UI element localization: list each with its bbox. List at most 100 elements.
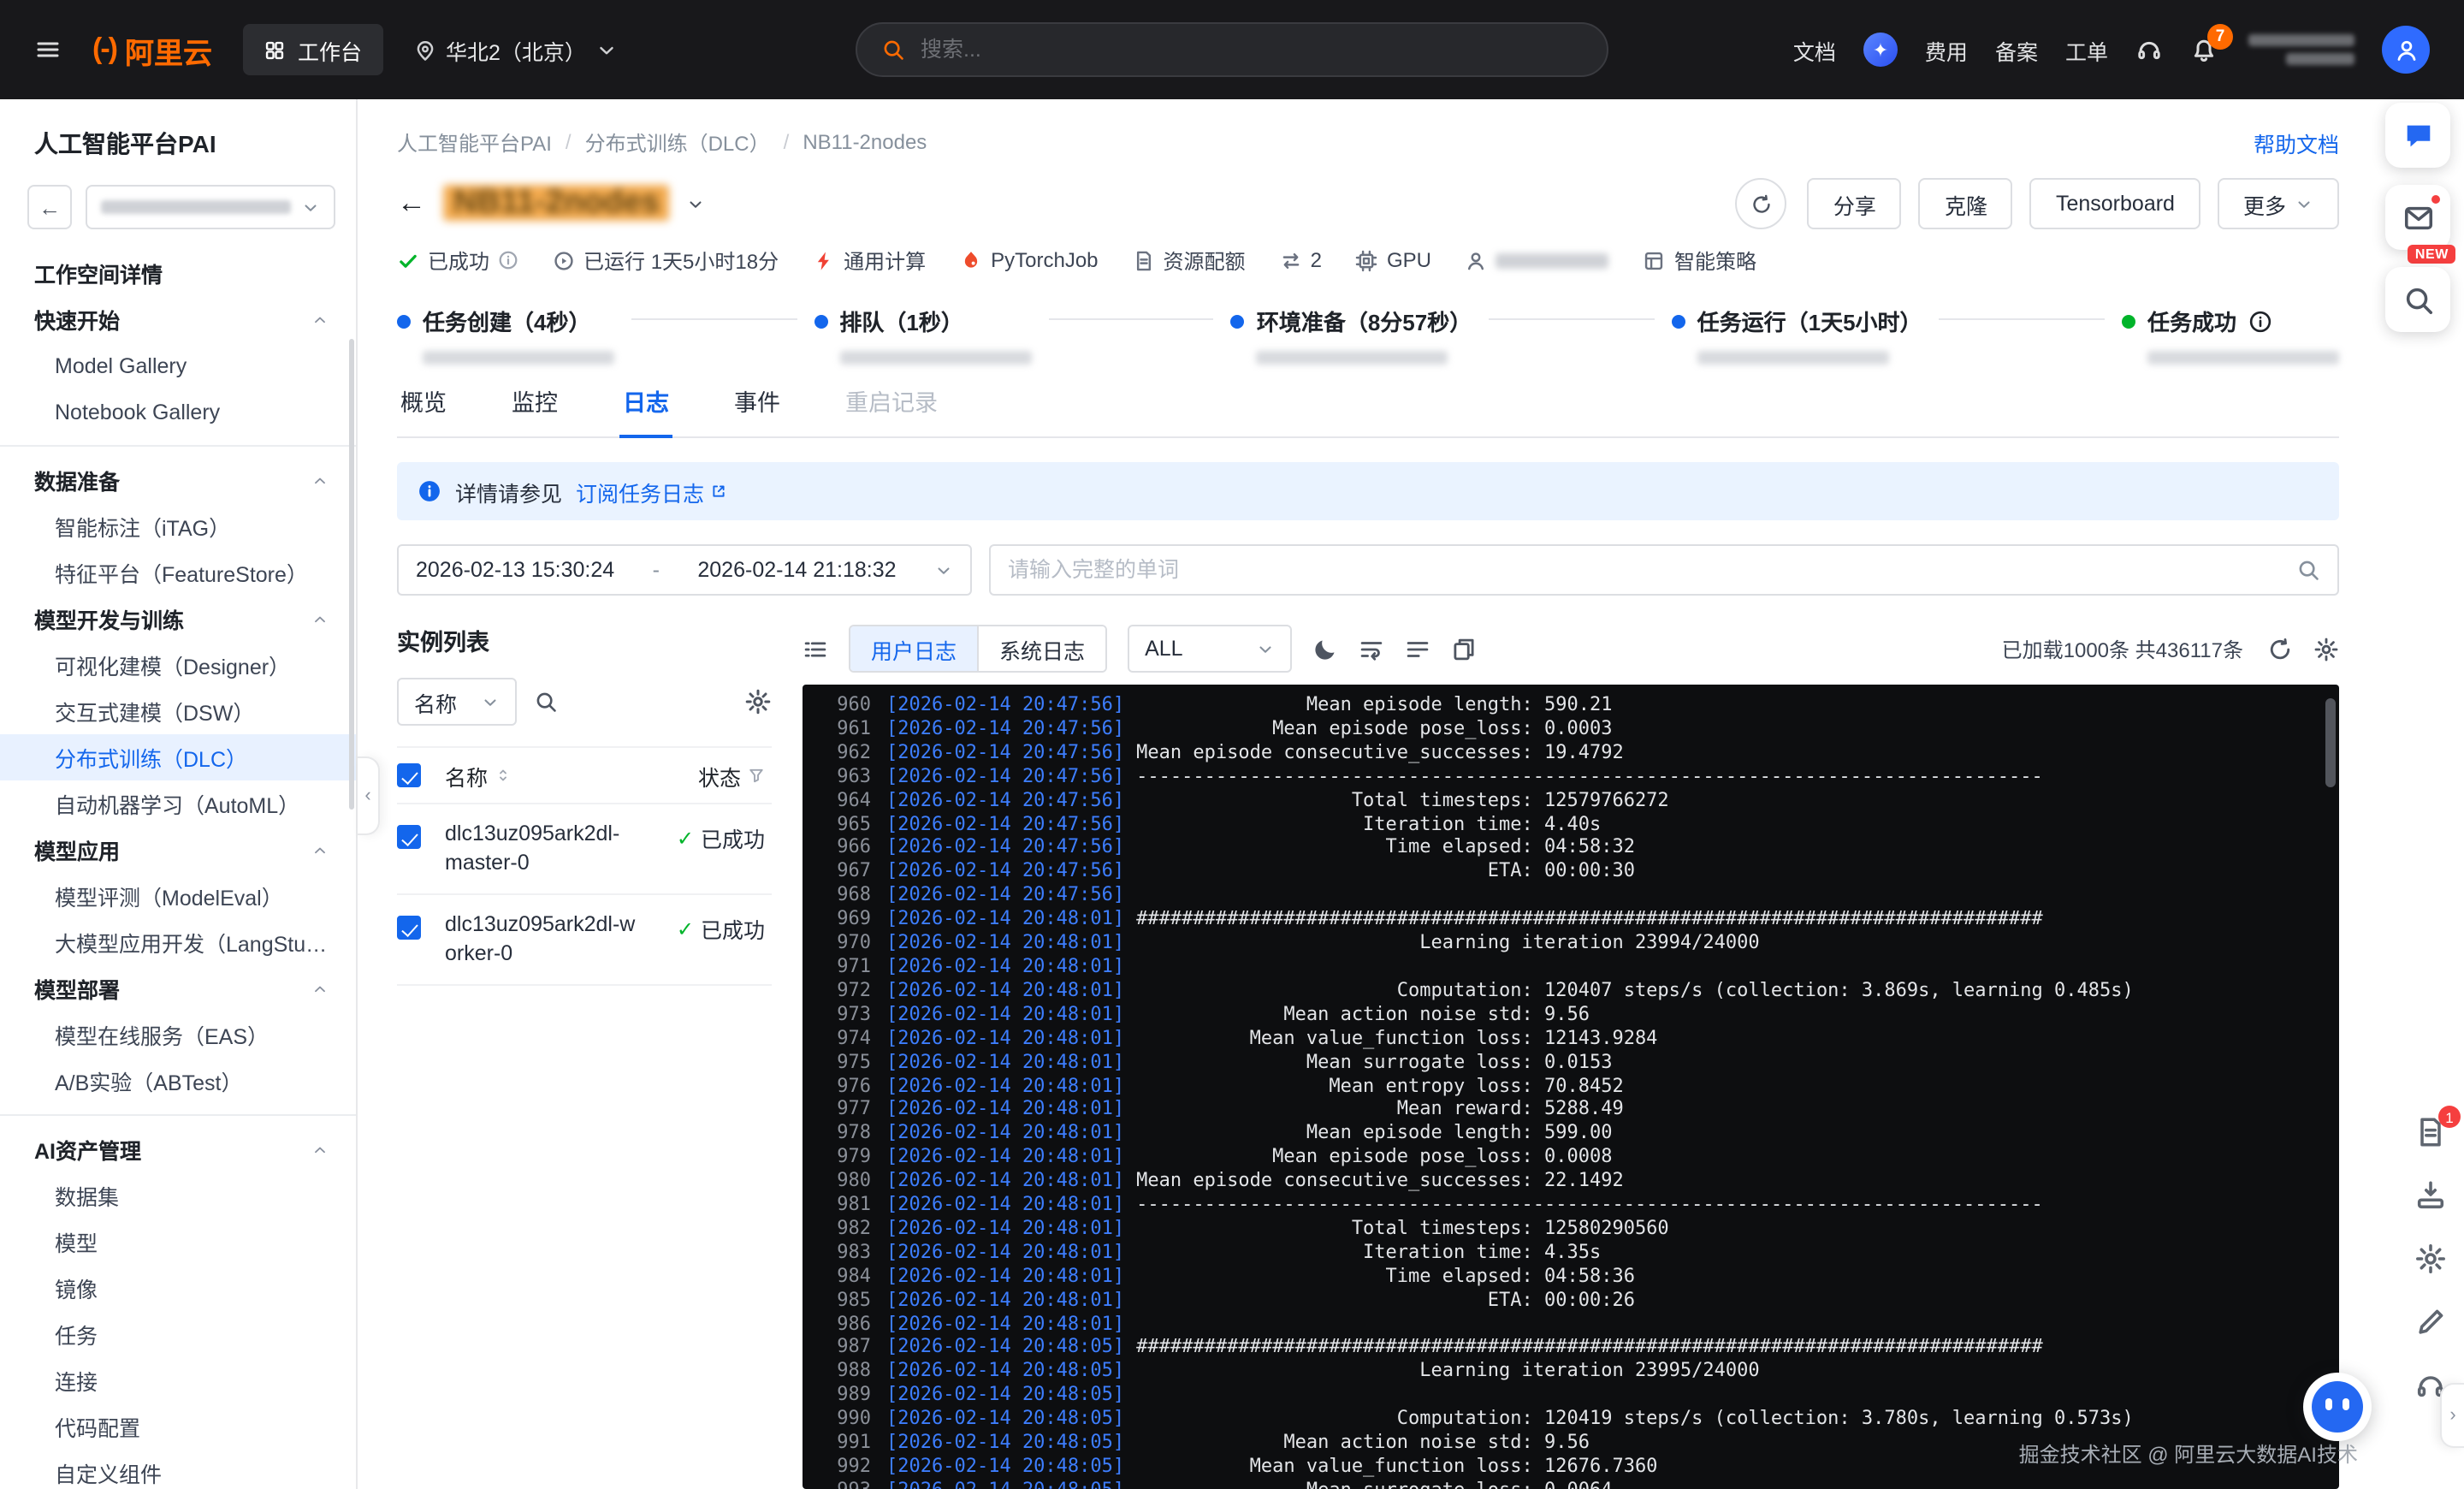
sidebar-item[interactable]: 快速开始 — [0, 296, 356, 342]
sidebar-item[interactable]: 模型在线服务（EAS） — [0, 1011, 356, 1058]
name-filter-select[interactable]: 名称 — [397, 678, 518, 726]
keyword-input[interactable] — [1008, 558, 2283, 582]
sidebar-item[interactable]: 大模型应用开发（LangStudio... — [0, 919, 356, 965]
sidebar-item[interactable]: 工作空间详情 — [0, 250, 356, 296]
log-refresh-icon[interactable] — [2267, 636, 2293, 661]
app-center-icon[interactable]: ✦ — [1863, 33, 1898, 67]
sidebar-item[interactable]: Notebook Gallery — [0, 389, 356, 435]
workspace-back-button[interactable]: ← — [27, 185, 72, 229]
column-status[interactable]: 状态 — [698, 759, 772, 792]
row-checkbox[interactable] — [397, 825, 421, 849]
log-scrollbar[interactable] — [2325, 698, 2336, 787]
help-docs-link[interactable]: 帮助文档 — [2254, 126, 2339, 158]
rail-collapse-handle[interactable]: › — [2440, 1383, 2464, 1448]
sidebar-item[interactable]: 模型评测（ModelEval） — [0, 873, 356, 919]
info-icon[interactable] — [2248, 309, 2272, 333]
clone-button[interactable]: 克隆 — [1918, 178, 2013, 229]
sidebar-item[interactable]: A/B实验（ABTest） — [0, 1058, 356, 1104]
search-icon[interactable] — [2296, 558, 2320, 582]
download-button[interactable] — [2414, 1179, 2447, 1217]
sidebar-item[interactable]: 数据集 — [0, 1172, 356, 1219]
more-button[interactable]: 更多 — [2217, 178, 2339, 229]
table-row[interactable]: dlc13uz095ark2dl-master-0 ✓ 已成功 — [397, 804, 772, 895]
messages-button[interactable]: NEW — [2385, 185, 2455, 264]
copy-log-icon[interactable] — [1451, 636, 1477, 661]
time-range-picker[interactable]: 2026-02-13 15:30:24 - 2026-02-14 21:18:3… — [397, 544, 972, 596]
aliyun-logo[interactable]: (-) 阿里云 — [92, 28, 212, 71]
sidebar-item[interactable]: 交互式建模（DSW） — [0, 688, 356, 734]
feedback-button[interactable] — [2414, 1306, 2447, 1344]
sidebar-item[interactable]: AI资产管理 — [0, 1126, 356, 1172]
tickets-link[interactable]: 工单 — [2065, 33, 2108, 66]
docs-link[interactable]: 文档 — [1793, 33, 1836, 66]
sidebar-item[interactable]: 模型 — [0, 1219, 356, 1265]
sidebar-item[interactable]: 连接 — [0, 1357, 356, 1403]
avatar[interactable] — [2382, 26, 2430, 74]
log-settings-icon[interactable] — [2313, 636, 2339, 661]
sidebar-item[interactable]: 可视化建模（Designer） — [0, 642, 356, 688]
sidebar-scrollbar[interactable] — [349, 339, 354, 810]
row-checkbox[interactable] — [397, 916, 421, 940]
refresh-button[interactable] — [1735, 178, 1787, 229]
sidebar-item[interactable]: 分布式训练（DLC） — [0, 734, 356, 780]
select-all-checkbox[interactable] — [397, 763, 421, 787]
rail-search-button[interactable] — [2385, 267, 2450, 332]
dark-mode-toggle-icon[interactable] — [1312, 636, 1338, 661]
instance-search-icon[interactable] — [534, 690, 558, 714]
workbench-button[interactable]: 工作台 — [242, 24, 382, 75]
sidebar-item[interactable]: 自定义组件 — [0, 1450, 356, 1489]
subscribe-log-link[interactable]: 订阅任务日志 — [576, 475, 726, 507]
settings-button[interactable] — [2414, 1243, 2447, 1280]
log-output[interactable]: 960 [2026-02-14 20:47:56] Mean episode le… — [803, 685, 2339, 1489]
hamburger-menu-icon[interactable] — [34, 36, 62, 63]
wrap-lines-icon[interactable] — [1359, 636, 1384, 661]
sidebar-item[interactable]: 数据准备 — [0, 457, 356, 503]
system-log-tab[interactable]: 系统日志 — [977, 626, 1106, 671]
filter-funnel-icon[interactable] — [748, 767, 765, 784]
log-list-icon[interactable] — [803, 636, 828, 661]
sidebar-item[interactable]: 智能标注（iTAG） — [0, 503, 356, 549]
sort-icon[interactable] — [495, 767, 512, 784]
notifications-button[interactable]: 7 — [2190, 24, 2233, 63]
global-search-input[interactable] — [921, 38, 1583, 62]
column-name[interactable]: 名称 — [445, 759, 637, 792]
sidebar-item[interactable]: 代码配置 — [0, 1403, 356, 1450]
tab[interactable]: 概览 — [397, 383, 450, 436]
back-button[interactable]: ← — [397, 187, 426, 221]
sidebar-collapse-handle[interactable]: ‹ — [358, 756, 380, 835]
log-line-number: 974 — [837, 1026, 871, 1049]
sidebar-item[interactable]: 模型应用 — [0, 827, 356, 873]
tab[interactable]: 监控 — [508, 383, 561, 436]
region-selector[interactable]: 华北2（北京） — [413, 33, 619, 66]
sidebar-item[interactable]: 模型开发与训练 — [0, 596, 356, 642]
global-search[interactable] — [856, 22, 1608, 77]
log-level-select[interactable]: ALL — [1128, 625, 1293, 673]
instance-settings-icon[interactable] — [744, 688, 772, 715]
raw-log-icon[interactable] — [1405, 636, 1430, 661]
workspace-selector[interactable] — [86, 185, 335, 229]
sidebar-item[interactable]: Model Gallery — [0, 342, 356, 389]
ai-assistant-button[interactable] — [2385, 103, 2450, 168]
breadcrumb-item[interactable]: 人工智能平台PAI — [397, 128, 552, 157]
table-row[interactable]: dlc13uz095ark2dl-worker-0 ✓ 已成功 — [397, 895, 772, 986]
tab[interactable]: 日志 — [619, 383, 672, 438]
support-icon[interactable] — [2135, 36, 2163, 63]
job-switch-dropdown-icon[interactable] — [687, 194, 706, 213]
share-button[interactable]: 分享 — [1807, 178, 1902, 229]
billing-link[interactable]: 费用 — [1925, 33, 1968, 66]
icp-link[interactable]: 备案 — [1995, 33, 2038, 66]
breadcrumb-item[interactable]: 分布式训练（DLC） — [585, 128, 770, 157]
user-log-tab[interactable]: 用户日志 — [850, 626, 978, 671]
survey-button[interactable]: 1 — [2414, 1106, 2461, 1154]
tab[interactable]: 重启记录 — [842, 383, 941, 436]
tensorboard-button[interactable]: Tensorboard — [2029, 178, 2200, 229]
sidebar-item[interactable]: 特征平台（FeatureStore） — [0, 549, 356, 596]
sidebar-item[interactable]: 自动机器学习（AutoML） — [0, 780, 356, 827]
sidebar-item[interactable]: 模型部署 — [0, 965, 356, 1011]
info-icon[interactable] — [498, 250, 518, 270]
chatbot-button[interactable] — [2303, 1373, 2372, 1441]
tab[interactable]: 事件 — [731, 383, 784, 436]
status-label: 2 — [1310, 248, 1322, 272]
sidebar-item[interactable]: 镜像 — [0, 1265, 356, 1311]
sidebar-item[interactable]: 任务 — [0, 1311, 356, 1357]
